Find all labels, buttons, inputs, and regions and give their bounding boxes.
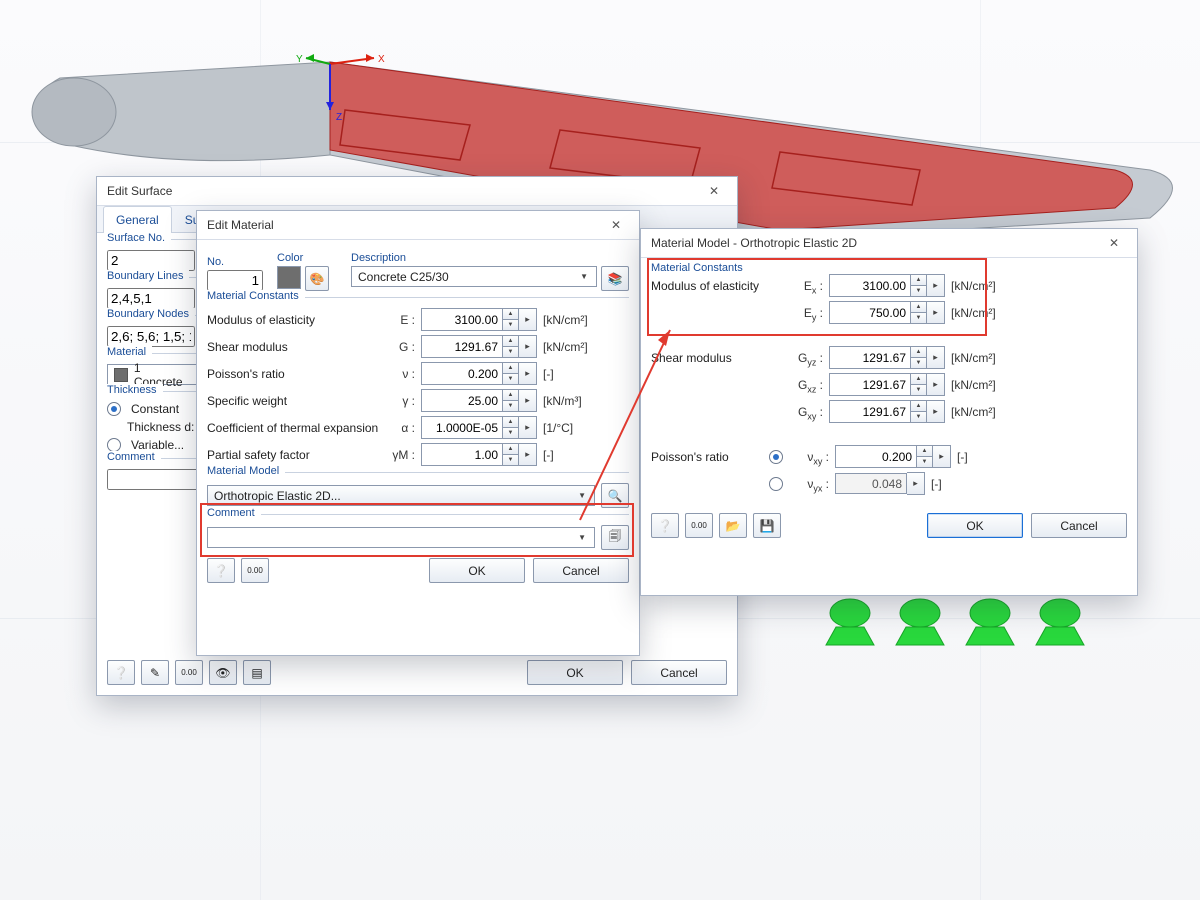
save-icon[interactable]: 💾 <box>753 513 781 538</box>
nuxy-input[interactable] <box>835 445 917 468</box>
units-icon[interactable]: 0.00 <box>241 558 269 583</box>
edit-surface-title: Edit Surface <box>107 177 172 205</box>
boundary-lines-input[interactable] <box>107 288 195 309</box>
svg-text:X: X <box>378 54 385 65</box>
nuyx-input <box>835 473 907 494</box>
units-icon[interactable]: 0.00 <box>685 513 713 538</box>
mat-comment-combo[interactable]: ▼ <box>207 527 595 548</box>
Gxz-input[interactable] <box>829 373 911 396</box>
ortho-ok-button[interactable]: OK <box>927 513 1023 538</box>
svg-text:Z: Z <box>336 112 342 123</box>
eye-icon[interactable]: 👁 <box>209 660 237 685</box>
surface-comment-label: Comment <box>107 451 161 463</box>
surface-cancel-button[interactable]: Cancel <box>631 660 727 685</box>
nu-xy-radio[interactable] <box>769 450 783 464</box>
G-input[interactable] <box>421 335 503 358</box>
edit-icon[interactable]: ✎ <box>141 660 169 685</box>
material-ok-button[interactable]: OK <box>429 558 525 583</box>
help-icon[interactable]: ❔ <box>207 558 235 583</box>
spinner[interactable]: ▲▼ <box>503 308 519 331</box>
mat-color-label: Color <box>277 252 337 264</box>
mat-no-input[interactable] <box>207 270 263 291</box>
surface-ok-button[interactable]: OK <box>527 660 623 685</box>
surface-no-input[interactable] <box>107 250 195 271</box>
library-icon[interactable]: 📚 <box>601 266 629 291</box>
ortho-title: Material Model - Orthotropic Elastic 2D <box>651 229 857 257</box>
boundary-nodes-input[interactable] <box>107 326 195 347</box>
close-icon[interactable]: ✕ <box>1101 232 1127 254</box>
Ex-input[interactable] <box>829 274 911 297</box>
help-icon[interactable]: ❔ <box>107 660 135 685</box>
ortho-constants-label: Material Constants <box>651 262 749 274</box>
nu-yx-radio[interactable] <box>769 477 783 491</box>
mat-comment-label: Comment <box>207 507 261 519</box>
edit-material-dialog: Edit Material ✕ No. Color 🎨 Description … <box>196 210 640 656</box>
surface-comment-input[interactable] <box>107 469 205 490</box>
mat-desc-label: Description <box>351 252 629 264</box>
mat-desc-combo[interactable]: Concrete C25/30▼ <box>351 266 597 287</box>
comment-pick-icon[interactable]: 🗐 <box>601 525 629 550</box>
Ey-input[interactable] <box>829 301 911 324</box>
svg-text:Y: Y <box>296 54 303 65</box>
boundary-nodes-label: Boundary Nodes <box>107 308 195 320</box>
orthotropic-dialog: Material Model - Orthotropic Elastic 2D … <box>640 228 1138 596</box>
picker-icon[interactable]: ▸ <box>519 308 537 331</box>
thickness-constant-radio[interactable] <box>107 402 121 416</box>
boundary-lines-label: Boundary Lines <box>107 270 189 282</box>
material-label: Material <box>107 346 152 358</box>
ortho-cancel-button[interactable]: Cancel <box>1031 513 1127 538</box>
Gxy-input[interactable] <box>829 400 911 423</box>
close-icon[interactable]: ✕ <box>603 214 629 236</box>
help-icon[interactable]: ❔ <box>651 513 679 538</box>
material-model-edit-icon[interactable]: 🔍 <box>601 483 629 508</box>
edit-material-title: Edit Material <box>207 211 274 239</box>
material-color-chip[interactable] <box>277 266 301 289</box>
surface-no-label: Surface No. <box>107 232 171 244</box>
material-combo[interactable]: 1 Concrete <box>107 364 197 385</box>
units-icon[interactable]: 0.00 <box>175 660 203 685</box>
gammaM-input[interactable] <box>421 443 503 466</box>
tab-general[interactable]: General <box>103 206 172 233</box>
thickness-variable-radio[interactable] <box>107 438 121 452</box>
Gyz-input[interactable] <box>829 346 911 369</box>
mat-no-label: No. <box>207 256 263 268</box>
thickness-label: Thickness <box>107 384 163 396</box>
close-icon[interactable]: ✕ <box>701 180 727 202</box>
alpha-input[interactable] <box>421 416 503 439</box>
gamma-input[interactable] <box>421 389 503 412</box>
open-icon[interactable]: 📂 <box>719 513 747 538</box>
E-input[interactable] <box>421 308 503 331</box>
layers-icon[interactable]: ▤ <box>243 660 271 685</box>
nu-input[interactable] <box>421 362 503 385</box>
material-model-combo[interactable]: Orthotropic Elastic 2D...▼ <box>207 485 595 506</box>
mat-constants-label: Material Constants <box>207 290 305 302</box>
material-cancel-button[interactable]: Cancel <box>533 558 629 583</box>
color-picker-icon[interactable]: 🎨 <box>305 266 329 291</box>
mat-model-label: Material Model <box>207 465 285 477</box>
